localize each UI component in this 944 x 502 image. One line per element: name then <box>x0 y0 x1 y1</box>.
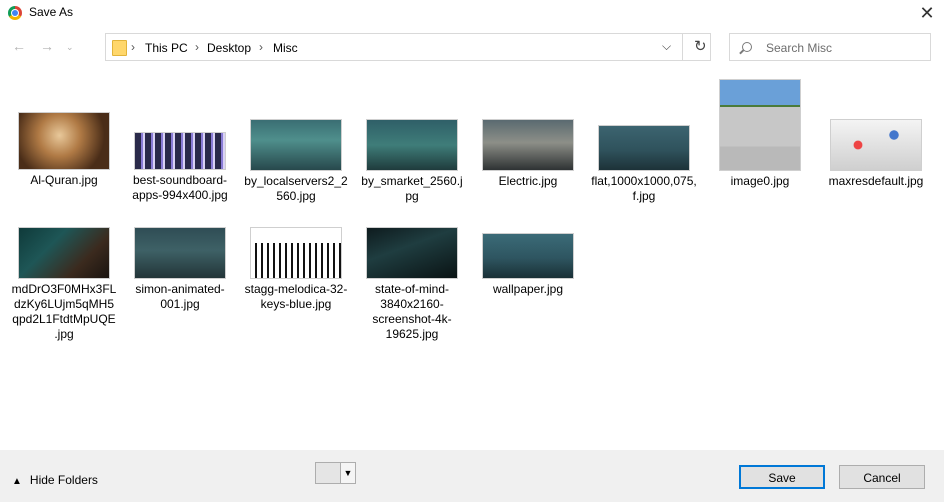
file-name: flat,1000x1000,075,f.jpg <box>591 174 697 203</box>
close-icon[interactable]: ✕ <box>910 0 944 26</box>
save-button[interactable]: Save <box>739 465 825 489</box>
file-thumbnail <box>134 227 226 279</box>
folder-icon <box>112 40 127 56</box>
breadcrumb-separator-icon[interactable]: › <box>131 40 135 54</box>
file-thumbnail <box>250 227 342 279</box>
file-item[interactable]: state-of-mind-3840x2160-screenshot-4k-19… <box>359 227 465 342</box>
search-icon <box>742 42 752 52</box>
file-item[interactable]: maxresdefault.jpg <box>823 119 929 189</box>
refresh-icon[interactable]: ↻ <box>694 37 707 55</box>
file-name: maxresdefault.jpg <box>828 174 924 188</box>
file-name: Al-Quran.jpg <box>30 173 98 187</box>
file-item[interactable]: image0.jpg <box>707 79 813 189</box>
file-thumbnail <box>134 132 226 170</box>
chevron-down-icon[interactable]: ⌄ <box>66 42 74 53</box>
file-thumbnail <box>830 119 922 171</box>
search-box[interactable] <box>729 33 931 61</box>
chevron-up-icon: ▲ <box>12 476 22 487</box>
hide-folders-label: Hide Folders <box>29 473 98 487</box>
file-name: state-of-mind-3840x2160-screenshot-4k-19… <box>372 282 452 341</box>
breadcrumb-this-pc[interactable]: This PC <box>145 41 188 55</box>
file-item[interactable]: by_localservers2_2560.jpg <box>243 119 349 204</box>
file-name: by_localservers2_2560.jpg <box>244 174 348 203</box>
arrow-left-icon[interactable]: ← <box>12 38 26 54</box>
file-thumbnail <box>366 227 458 279</box>
breadcrumb-misc[interactable]: Misc <box>273 41 298 55</box>
chevron-down-icon[interactable]: ⌵ <box>662 39 671 54</box>
file-thumbnail <box>18 227 110 279</box>
breadcrumb-separator-icon[interactable]: › <box>195 40 199 54</box>
file-thumbnail <box>598 125 690 171</box>
footer-bar: ▲ Hide Folders ▼ Save Cancel <box>0 450 944 502</box>
address-bar[interactable]: › This PC › Desktop › Misc ⌵ ↻ <box>105 33 711 61</box>
file-thumbnail <box>482 119 574 171</box>
divider <box>682 34 683 60</box>
file-name: best-soundboard-apps-994x400.jpg <box>132 173 228 202</box>
arrow-right-icon[interactable]: → <box>40 38 54 54</box>
file-item[interactable]: wallpaper.jpg <box>475 233 581 297</box>
file-thumbnail <box>719 79 801 171</box>
file-thumbnail <box>366 119 458 171</box>
chevron-down-icon[interactable]: ▼ <box>340 463 355 483</box>
breadcrumb-separator-icon[interactable]: › <box>259 40 263 54</box>
file-name: stagg-melodica-32-keys-blue.jpg <box>244 282 348 311</box>
file-item[interactable]: flat,1000x1000,075,f.jpg <box>591 125 697 204</box>
file-item[interactable]: mdDrO3F0MHx3FLdzKy6LUjm5qMH5qpd2L1FtdtMp… <box>11 227 117 342</box>
file-item[interactable]: stagg-melodica-32-keys-blue.jpg <box>243 227 349 312</box>
file-name: Electric.jpg <box>498 174 558 188</box>
file-thumbnail <box>482 233 574 279</box>
save-type-select[interactable]: ▼ <box>315 462 356 484</box>
hide-folders-button[interactable]: ▲ Hide Folders <box>12 473 98 487</box>
file-item[interactable]: simon-animated-001.jpg <box>127 227 233 312</box>
file-name: wallpaper.jpg <box>492 282 564 296</box>
search-input[interactable] <box>764 39 928 57</box>
chrome-icon <box>8 6 22 20</box>
file-name: simon-animated-001.jpg <box>135 282 225 311</box>
file-item[interactable]: by_smarket_2560.jpg <box>359 119 465 204</box>
file-item[interactable]: Al-Quran.jpg <box>11 112 117 188</box>
breadcrumb-desktop[interactable]: Desktop <box>207 41 251 55</box>
window-title: Save As <box>29 5 74 19</box>
file-thumbnail <box>18 112 110 170</box>
file-thumbnail <box>250 119 342 171</box>
file-item[interactable]: best-soundboard-apps-994x400.jpg <box>127 132 233 203</box>
file-name: image0.jpg <box>730 174 790 188</box>
file-item[interactable]: Electric.jpg <box>475 119 581 189</box>
file-name: mdDrO3F0MHx3FLdzKy6LUjm5qMH5qpd2L1FtdtMp… <box>11 282 117 341</box>
title-bar: Save As ✕ <box>0 0 944 26</box>
cancel-button[interactable]: Cancel <box>839 465 925 489</box>
file-name: by_smarket_2560.jpg <box>361 174 463 203</box>
